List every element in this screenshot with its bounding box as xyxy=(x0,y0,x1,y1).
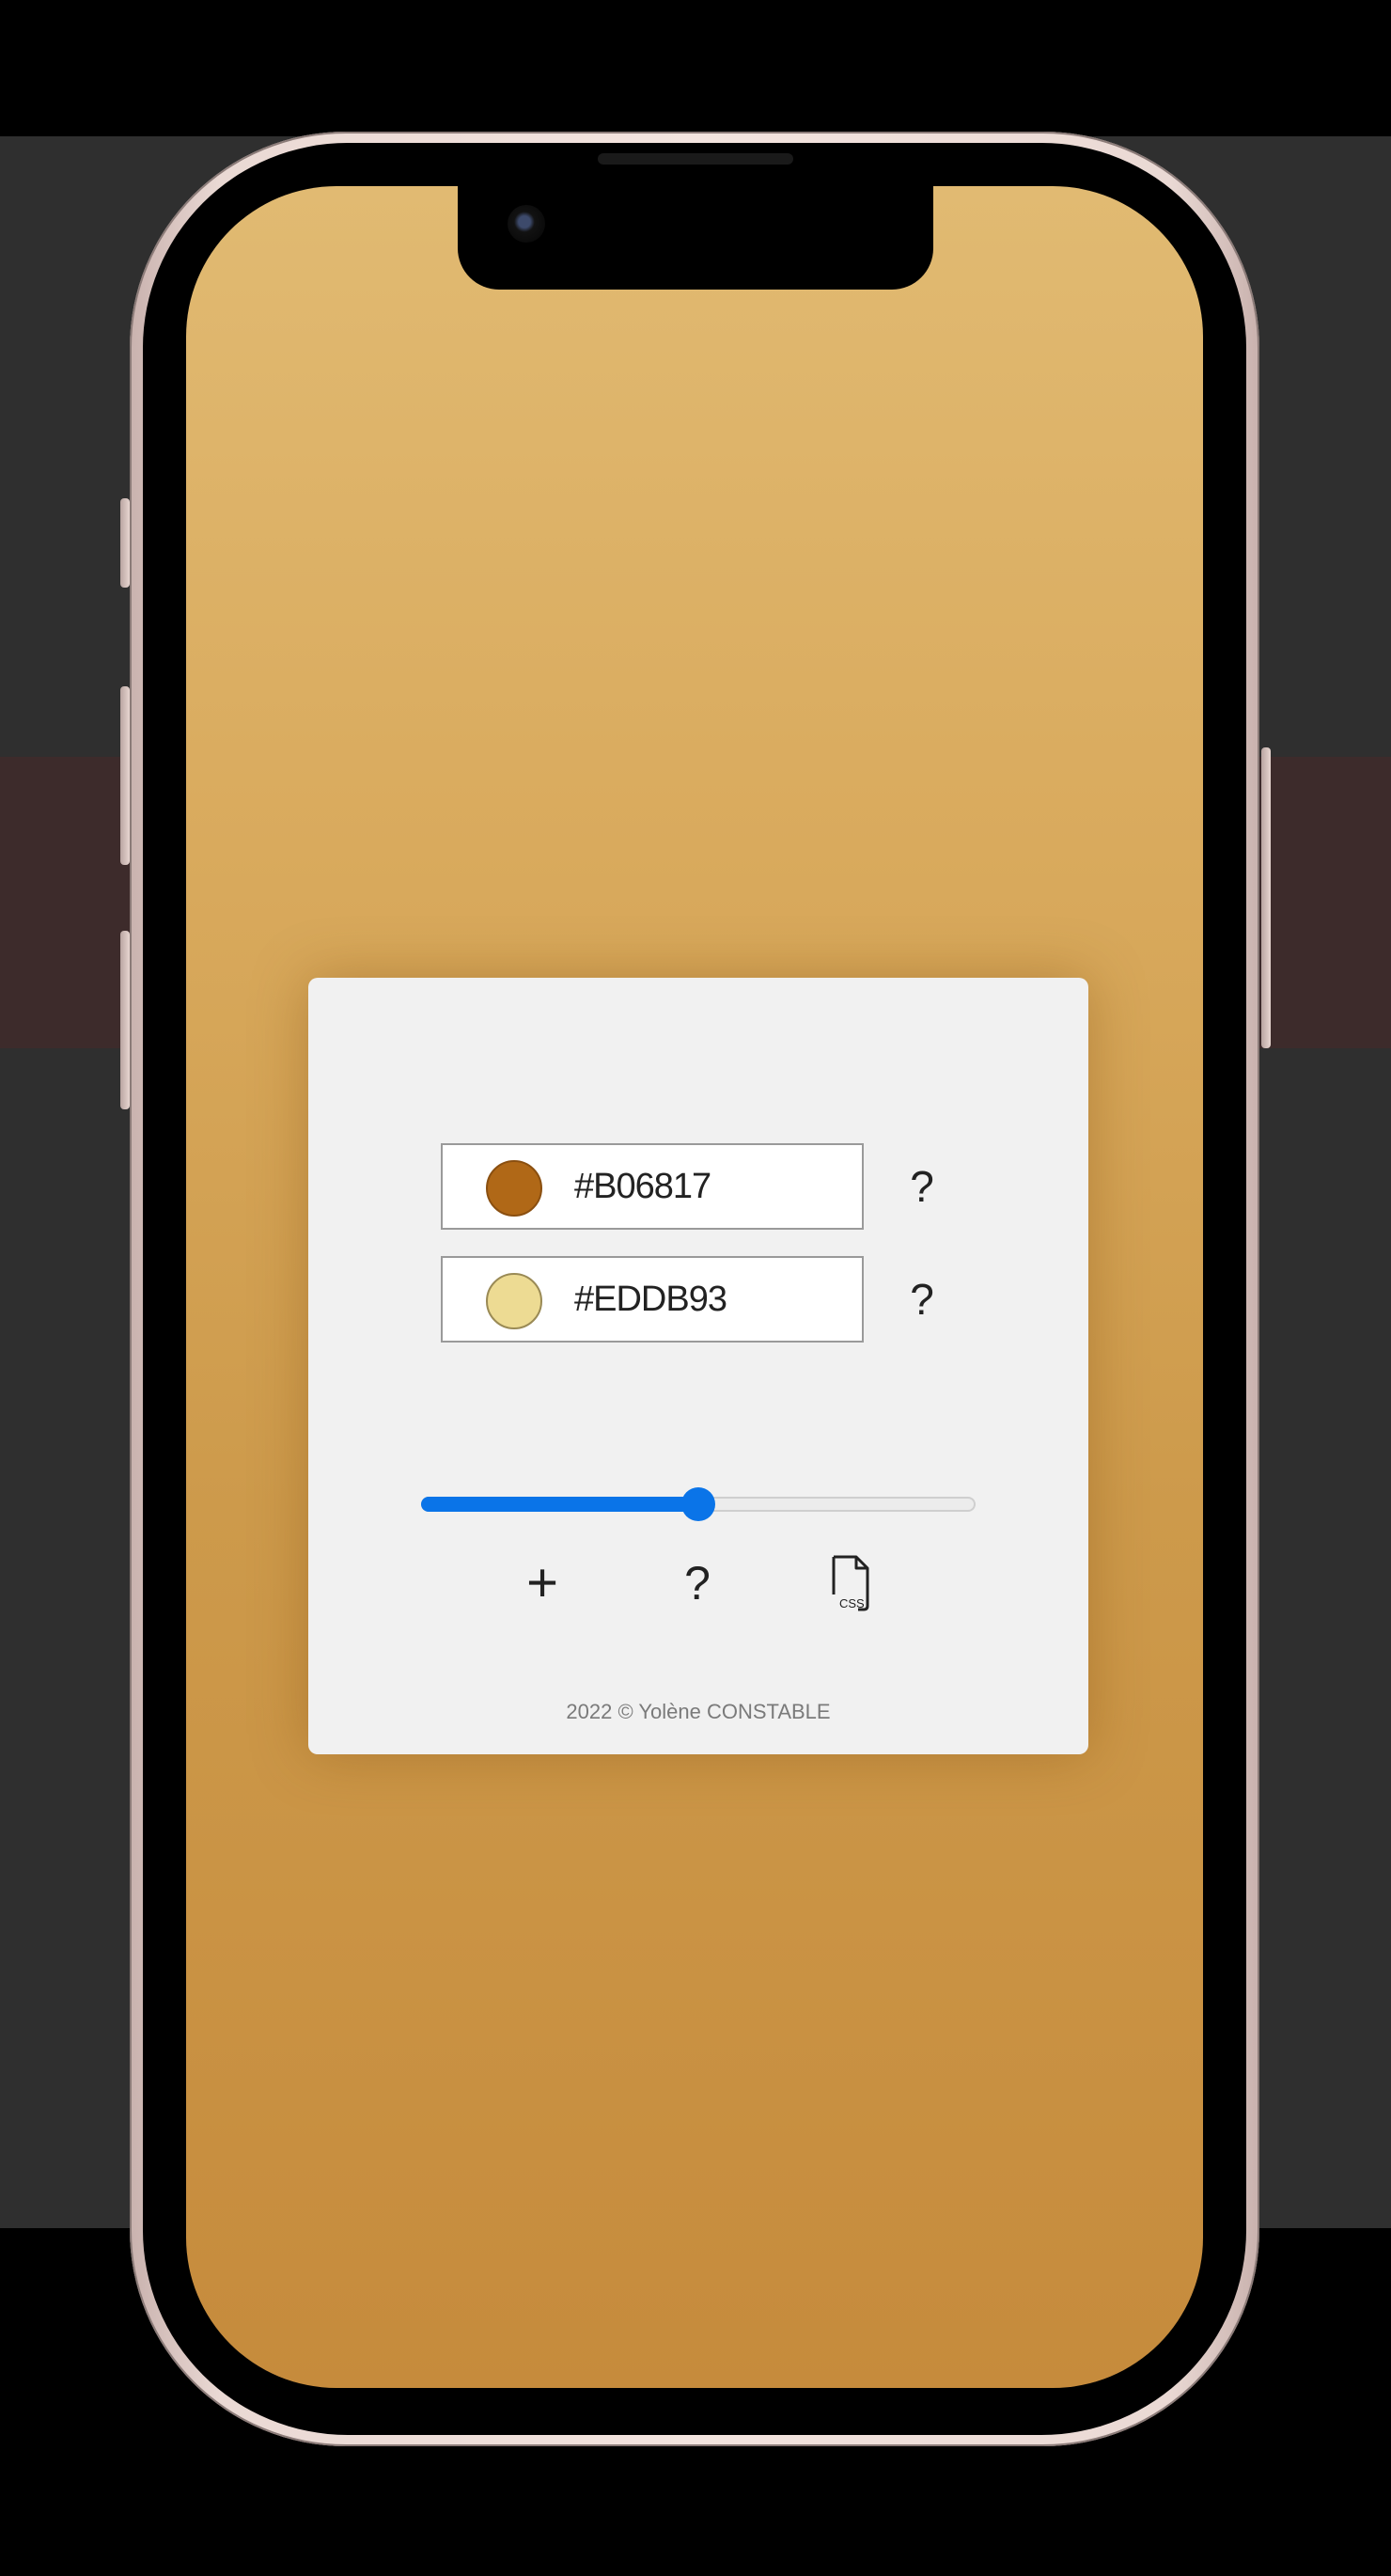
add-color-button[interactable]: + xyxy=(505,1546,580,1621)
color-help-button-1[interactable]: ? xyxy=(894,1158,950,1215)
color-swatch-1[interactable] xyxy=(486,1160,542,1217)
volume-up-button xyxy=(120,686,130,865)
gradient-generator-card: #B06817 ? #EDDB93 ? + ? CSS 2022 © Yolèn… xyxy=(308,978,1088,1754)
css-export-button[interactable]: CSS xyxy=(811,1546,886,1621)
volume-down-button xyxy=(120,931,130,1109)
color-swatch-2[interactable] xyxy=(486,1273,542,1329)
color-hex-2[interactable]: #EDDB93 xyxy=(574,1258,727,1341)
slider-fill xyxy=(421,1497,698,1512)
slider-thumb[interactable] xyxy=(681,1487,715,1521)
mute-switch xyxy=(120,498,130,588)
front-camera xyxy=(508,205,545,243)
color-input-2[interactable]: #EDDB93 xyxy=(441,1256,864,1343)
color-input-1[interactable]: #B06817 xyxy=(441,1143,864,1230)
power-button xyxy=(1261,747,1271,1048)
speaker-grille xyxy=(598,153,793,165)
gradient-slider[interactable] xyxy=(421,1485,976,1523)
color-hex-1[interactable]: #B06817 xyxy=(574,1145,711,1228)
copyright-footer: 2022 © Yolène CONSTABLE xyxy=(566,1700,831,1723)
color-help-button-2[interactable]: ? xyxy=(894,1271,950,1327)
css-file-icon: CSS xyxy=(832,1555,869,1611)
help-button[interactable]: ? xyxy=(660,1546,735,1621)
css-file-icon-label: CSS xyxy=(839,1596,865,1610)
backdrop-top xyxy=(0,0,1391,136)
